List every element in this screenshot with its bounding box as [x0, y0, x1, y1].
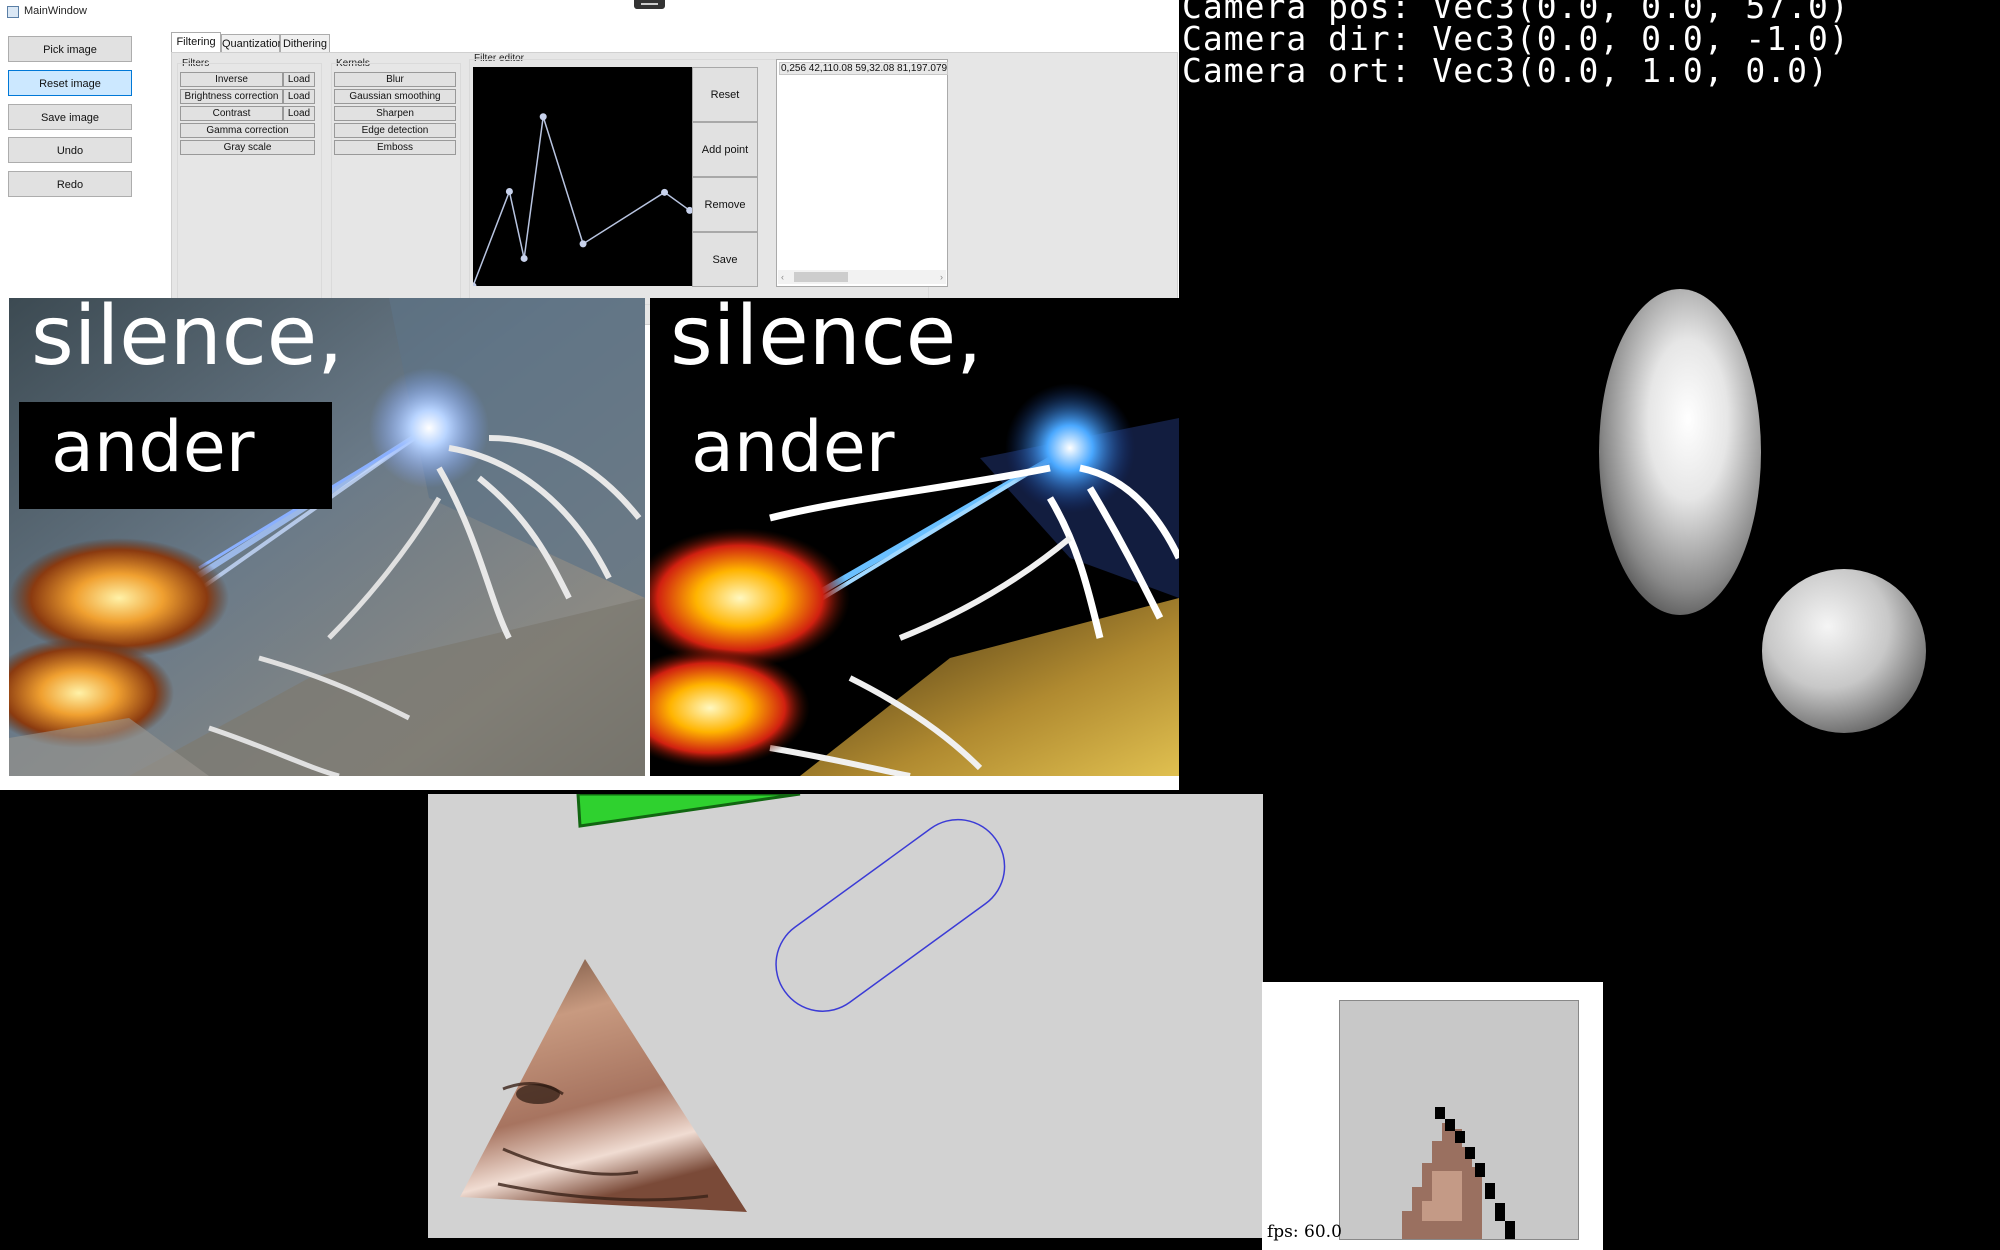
filter-curve-line — [473, 116, 691, 286]
original-caption-top: silence, — [31, 298, 344, 384]
tab-quantization[interactable]: Quantization — [221, 34, 284, 52]
window-title: MainWindow — [24, 5, 87, 17]
original-image: silence, ander — [9, 298, 645, 776]
green-triangle-shape — [576, 794, 801, 828]
emboss-button[interactable]: Emboss — [334, 140, 456, 155]
zoom-pixels — [1402, 1107, 1515, 1239]
gaussian-smoothing-button[interactable]: Gaussian smoothing — [334, 89, 456, 104]
scroll-right-icon[interactable]: › — [940, 270, 943, 284]
viewer-3d-window[interactable]: Camera pos: Vec3(0.0, 0.0, 57.0) Camera … — [1179, 0, 2000, 982]
app-icon — [7, 6, 19, 18]
window-grip-handle[interactable] — [634, 0, 665, 9]
sphere-shape — [1762, 569, 1926, 733]
curve-control-point[interactable] — [520, 254, 528, 262]
contrast-button[interactable]: Contrast — [180, 106, 283, 121]
raster-shapes — [460, 794, 1006, 1212]
curve-control-point[interactable] — [539, 113, 547, 121]
save-image-button[interactable]: Save image — [8, 104, 132, 130]
filter-curve-canvas[interactable] — [473, 67, 694, 286]
filtering-tab-content: Filters Inverse Load Brightness correcti… — [171, 52, 1178, 325]
curve-points-list[interactable]: 0,256 42,110.08 59,32.08 81,197.0799 ‹ › — [776, 59, 948, 287]
undo-button[interactable]: Undo — [8, 137, 132, 163]
add-point-button[interactable]: Add point — [692, 122, 758, 177]
scene-3d — [1599, 289, 1926, 733]
tab-control: Filtering Quantization Dithering Filters… — [171, 32, 1178, 325]
zoom-preview — [1339, 1000, 1579, 1240]
gamma-correction-button[interactable]: Gamma correction — [180, 123, 315, 138]
curve-control-point[interactable] — [579, 240, 587, 248]
editor-reset-button[interactable]: Reset — [692, 67, 758, 122]
raster-canvas[interactable] — [428, 794, 1263, 1238]
ellipsoid-shape — [1599, 289, 1761, 615]
brightness-correction-button[interactable]: Brightness correction — [180, 89, 283, 104]
curve-control-point[interactable] — [505, 187, 513, 195]
brightness-load-button[interactable]: Load — [283, 89, 315, 104]
editor-save-button[interactable]: Save — [692, 232, 758, 287]
tab-filtering[interactable]: Filtering — [171, 32, 221, 52]
main-window: MainWindow Pick image Reset image Save i… — [0, 0, 1179, 790]
remove-point-button[interactable]: Remove point — [692, 177, 758, 266]
inverse-load-button[interactable]: Load — [283, 72, 315, 87]
curve-control-point[interactable] — [473, 282, 477, 287]
title-bar: MainWindow — [0, 0, 1179, 24]
curve-control-point[interactable] — [661, 188, 669, 196]
gray-scale-button[interactable]: Gray scale — [180, 140, 315, 155]
scrollbar-thumb[interactable] — [794, 272, 848, 282]
fps-counter: fps: 60.0 — [1267, 1222, 1342, 1242]
filtered-caption-top: silence, — [670, 298, 983, 384]
original-caption-box: ander — [51, 406, 255, 488]
filtered-image: silence, ander — [650, 298, 1179, 776]
scroll-left-icon[interactable]: ‹ — [781, 270, 784, 284]
redo-button[interactable]: Redo — [8, 171, 132, 197]
pick-image-button[interactable]: Pick image — [8, 36, 132, 62]
capsule-outline-shape — [775, 818, 1006, 1012]
blur-button[interactable]: Blur — [334, 72, 456, 87]
inverse-button[interactable]: Inverse — [180, 72, 283, 87]
sharpen-button[interactable]: Sharpen — [334, 106, 456, 121]
contrast-load-button[interactable]: Load — [283, 106, 315, 121]
edge-detection-button[interactable]: Edge detection — [334, 123, 456, 138]
horizontal-scrollbar[interactable]: ‹ › — [778, 270, 946, 284]
reset-image-button[interactable]: Reset image — [8, 70, 132, 96]
tab-dithering[interactable]: Dithering — [280, 34, 330, 52]
curve-points-entry[interactable]: 0,256 42,110.08 59,32.08 81,197.0799 — [779, 62, 948, 75]
filtered-caption-box: ander — [691, 406, 895, 488]
